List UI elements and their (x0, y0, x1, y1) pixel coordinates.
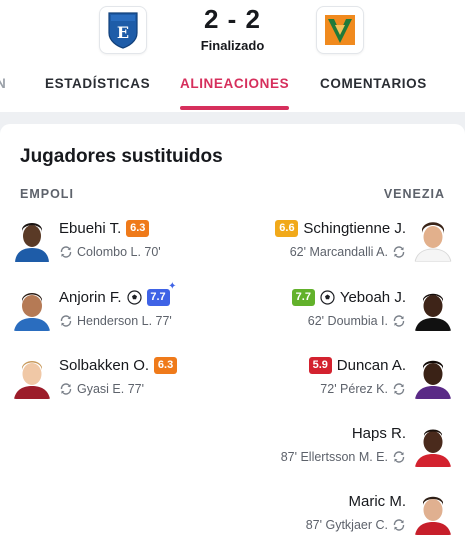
home-player-row[interactable]: Ebuehi T. 6.3 Colombo L. 70' (12, 216, 232, 266)
player-avatar (12, 287, 52, 331)
player-name: Maric M. (348, 493, 407, 510)
match-status: Finalizado (200, 38, 265, 53)
player-name: Anjorin F. (59, 289, 122, 306)
tab-previous[interactable]: N (0, 62, 6, 112)
player-avatar (413, 491, 453, 535)
replaced-player: Colombo L. 70' (77, 245, 161, 259)
substitution-icon (60, 315, 72, 327)
player-name: Haps R. (351, 425, 406, 442)
substitution-icon (60, 246, 72, 258)
away-player-row[interactable]: Haps R. 87' Ellertsson M. E. (233, 421, 453, 471)
player-name: Yeboah J. (339, 289, 406, 306)
player-rating-value: 7.7 (150, 291, 166, 303)
venezia-crest-icon[interactable] (316, 6, 364, 54)
goal-ball-icon (320, 290, 335, 305)
player-avatar (413, 218, 453, 262)
match-score: 2 - 2 (203, 4, 262, 34)
substitution-icon (393, 383, 405, 395)
match-header: E 2 - 2 Finalizado N ESTADÍSTICAS ALINEA… (0, 0, 465, 112)
player-rating-badge: 7.7 (291, 289, 315, 306)
player-name: Duncan A. (336, 357, 406, 374)
away-team-label: VENEZIA (383, 187, 445, 201)
player-rating-badge: 5.9 (308, 357, 332, 374)
tab-statistics[interactable]: ESTADÍSTICAS (45, 62, 150, 112)
away-player-row[interactable]: 5.9 Duncan A. 72' Pérez K. (233, 353, 453, 403)
tab-bar: N ESTADÍSTICAS ALINEACIONES COMENTARIOS (0, 62, 465, 112)
player-avatar (12, 355, 52, 399)
tab-comments[interactable]: COMENTARIOS (320, 62, 427, 112)
substitution-icon (393, 315, 405, 327)
player-name: Ebuehi T. (59, 220, 122, 237)
player-rating-badge: 6.3 (154, 357, 178, 374)
player-rating-badge: 6.6 (275, 220, 299, 237)
top-rated-star-icon: ✦ (168, 281, 177, 292)
replaced-player: 87' Gytkjaer C. (305, 518, 388, 532)
replaced-player: 62' Doumbia I. (307, 314, 388, 328)
player-avatar (413, 423, 453, 467)
home-player-row[interactable]: Solbakken O. 6.3 Gyasi E. 77' (12, 353, 232, 403)
player-avatar (413, 287, 453, 331)
player-avatar (413, 355, 453, 399)
empoli-crest-icon[interactable]: E (99, 6, 147, 54)
player-name: Solbakken O. (59, 357, 150, 374)
replaced-player: 72' Pérez K. (320, 382, 388, 396)
home-team-label: EMPOLI (20, 187, 74, 201)
replaced-player: Henderson L. 77' (77, 314, 172, 328)
player-rating-badge: 7.7 ✦ (146, 282, 177, 306)
substitution-icon (60, 383, 72, 395)
replaced-player: Gyasi E. 77' (77, 382, 144, 396)
substitution-icon (393, 451, 405, 463)
player-rating-badge: 6.3 (126, 220, 150, 237)
active-tab-indicator (180, 106, 290, 110)
player-name: Schingtienne J. (303, 220, 406, 237)
away-player-row[interactable]: Maric M. 87' Gytkjaer C. (233, 489, 453, 539)
goal-ball-icon (126, 290, 142, 305)
replaced-player: 62' Marcandalli A. (289, 245, 388, 259)
substitutes-card: Jugadores sustituidos EMPOLI VENEZIA Ebu… (0, 124, 465, 547)
away-player-row[interactable]: 6.6 Schingtienne J. 62' Marcandalli A. (233, 216, 453, 266)
away-player-row[interactable]: 7.7 Yeboah J. 62' Doumbia I. (233, 285, 453, 335)
svg-text:E: E (117, 23, 129, 42)
substitution-icon (393, 246, 405, 258)
section-title: Jugadores sustituidos (20, 146, 223, 167)
player-avatar (12, 218, 52, 262)
substitution-icon (393, 519, 405, 531)
tab-lineups-label: ALINEACIONES (180, 76, 290, 91)
tab-lineups[interactable]: ALINEACIONES (180, 62, 290, 112)
replaced-player: 87' Ellertsson M. E. (280, 450, 388, 464)
home-player-row[interactable]: Anjorin F. 7.7 ✦ Henderson L. 77' (12, 282, 232, 335)
